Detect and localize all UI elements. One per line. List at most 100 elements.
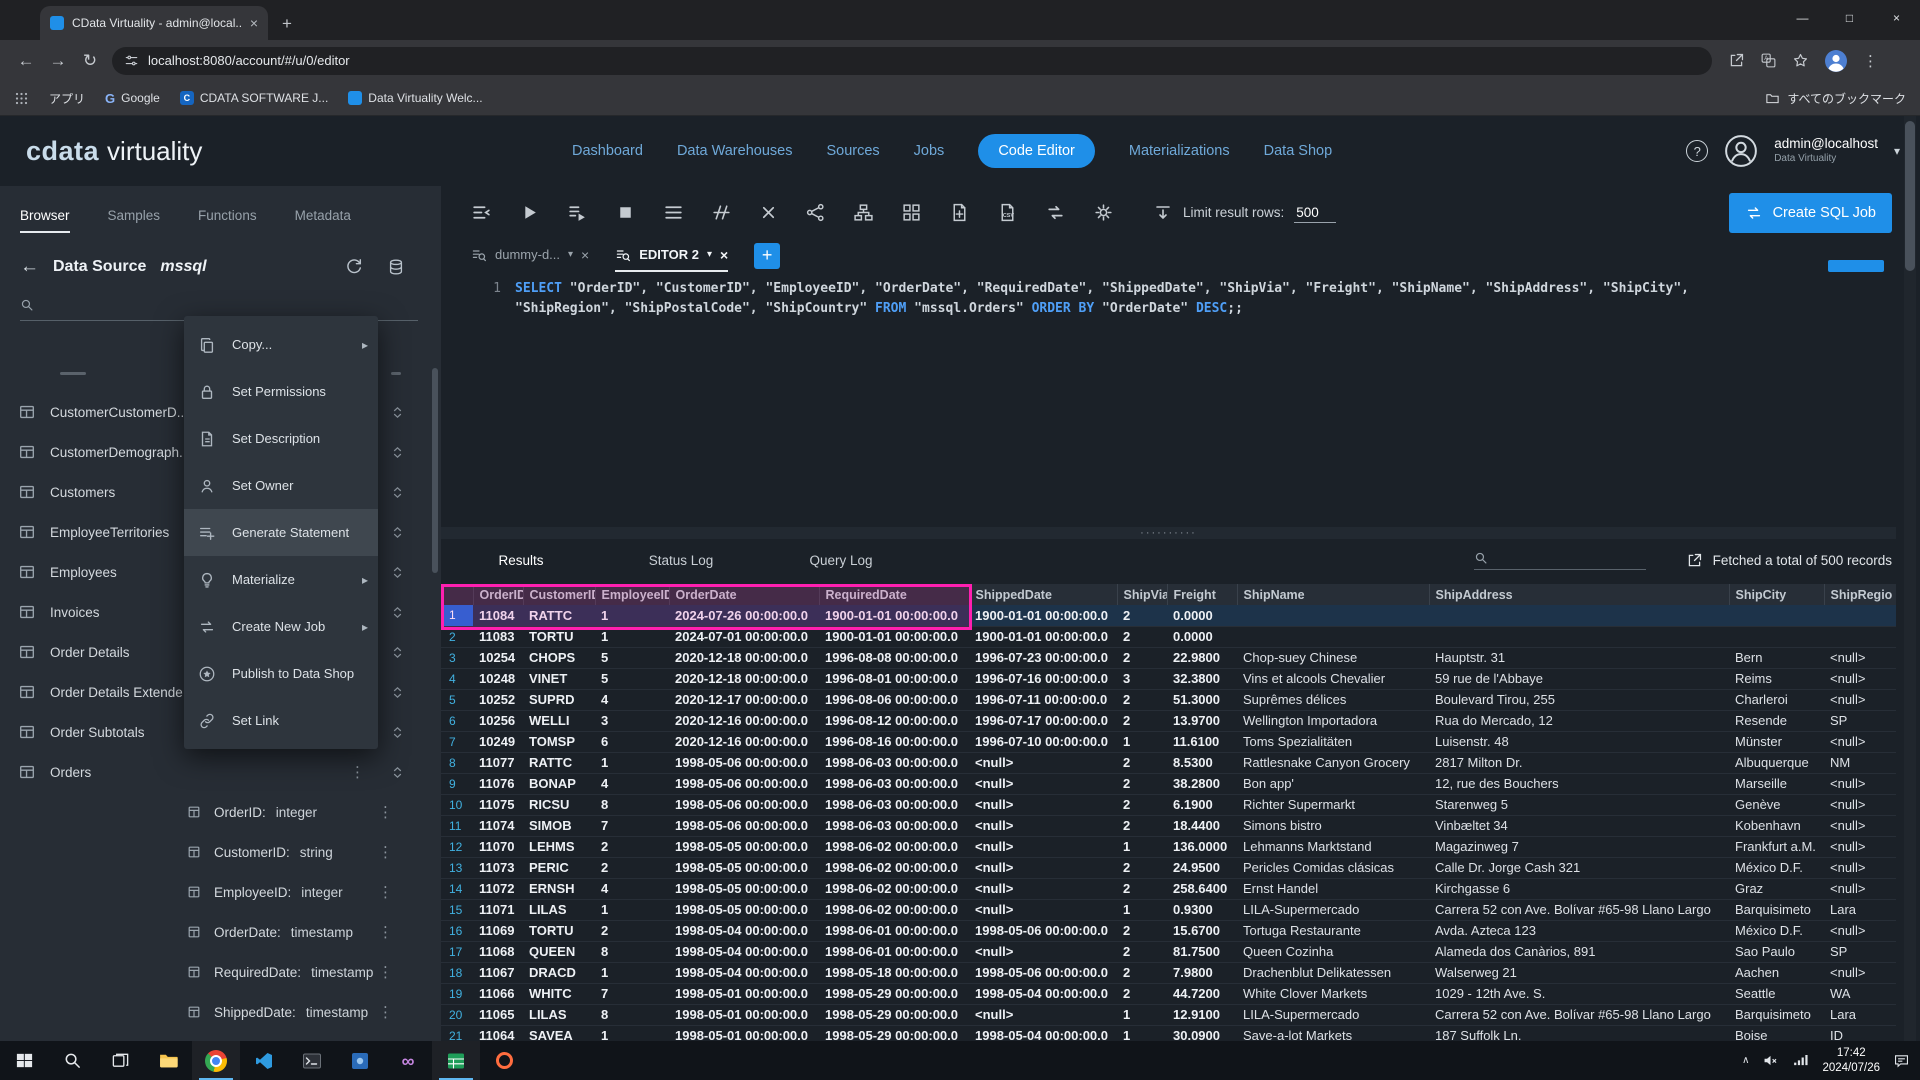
toggle-comment-icon[interactable] — [711, 202, 732, 223]
menu-item-set-owner[interactable]: Set Owner — [184, 462, 378, 509]
back-arrow-icon[interactable]: ← — [20, 256, 39, 278]
start-button[interactable] — [0, 1041, 48, 1080]
stop-icon[interactable] — [615, 202, 636, 223]
table-row[interactable]: 20 11065 LILAS 8 1998-05-01 00:00:00.0 1… — [441, 1004, 1896, 1025]
dependency-tree-icon[interactable] — [853, 202, 874, 223]
column-list-item[interactable]: EmployeeID: integer ⋮ — [0, 872, 441, 912]
browser-tab[interactable]: CData Virtuality - admin@local... × — [40, 6, 268, 40]
app-logo[interactable]: cdata virtuality — [26, 136, 202, 167]
kebab-menu-icon[interactable]: ⋮ — [378, 965, 393, 980]
column-list-item[interactable]: OrderDate: timestamp ⋮ — [0, 912, 441, 952]
tab-close-icon[interactable]: × — [250, 16, 258, 30]
ssms-button[interactable] — [432, 1041, 480, 1080]
splitter-handle[interactable]: ·········· — [1140, 530, 1197, 536]
code-editor[interactable]: 1 SELECT "OrderID", "CustomerID", "Emplo… — [441, 272, 1896, 527]
nav-jobs[interactable]: Jobs — [914, 143, 945, 159]
editor-tab-editor2[interactable]: EDITOR 2 ▾ × — [615, 239, 728, 272]
tab-browser[interactable]: Browser — [20, 186, 70, 245]
column-header[interactable]: ShipRegio — [1824, 584, 1896, 605]
table-row[interactable]: 3 10254 CHOPS 5 2020-12-18 00:00:00.0 19… — [441, 647, 1896, 668]
table-row[interactable]: 2 11083 TORTU 1 2024-07-01 00:00:00.0 19… — [441, 626, 1896, 647]
tab-close-icon[interactable]: × — [581, 247, 589, 263]
kebab-menu-icon[interactable]: ⋮ — [350, 765, 365, 780]
unfold-icon[interactable] — [390, 725, 405, 740]
menu-item-generate-statement[interactable]: Generate Statement — [184, 509, 378, 556]
table-row[interactable]: 4 10248 VINET 5 2020-12-18 00:00:00.0 19… — [441, 668, 1896, 689]
bookmark-star-icon[interactable] — [1792, 52, 1809, 69]
column-header[interactable]: CustomerID — [523, 584, 595, 605]
tab-status-log[interactable]: Status Log — [601, 553, 761, 568]
table-row[interactable]: 17 11068 QUEEN 8 1998-05-04 00:00:00.0 1… — [441, 941, 1896, 962]
nav-sources[interactable]: Sources — [826, 143, 879, 159]
table-row[interactable]: 5 10252 SUPRD 4 2020-12-17 00:00:00.0 19… — [441, 689, 1896, 710]
run-script-icon[interactable] — [567, 202, 588, 223]
task-view-button[interactable] — [96, 1041, 144, 1080]
table-list-item-orders[interactable]: Orders ⋮ — [0, 752, 441, 792]
results-search-input[interactable] — [1496, 550, 1646, 565]
site-settings-icon[interactable] — [124, 53, 139, 68]
column-header[interactable]: OrderID — [473, 584, 523, 605]
align-lines-icon[interactable] — [663, 202, 684, 223]
table-row[interactable]: 9 11076 BONAP 4 1998-05-06 00:00:00.0 19… — [441, 773, 1896, 794]
orange-app-button[interactable] — [480, 1041, 528, 1080]
visual-studio-button[interactable]: ∞ — [384, 1041, 432, 1080]
clear-icon[interactable] — [759, 203, 778, 222]
user-chevron-down-icon[interactable]: ▾ — [1894, 144, 1900, 158]
window-maximize-button[interactable]: □ — [1826, 0, 1873, 36]
nav-data-warehouses[interactable]: Data Warehouses — [677, 143, 793, 159]
nav-materializations[interactable]: Materializations — [1129, 143, 1230, 159]
tab-chevron-down-icon[interactable]: ▾ — [568, 249, 573, 260]
sidebar-scrollbar[interactable] — [432, 368, 438, 573]
nav-dashboard[interactable]: Dashboard — [572, 143, 643, 159]
table-row[interactable]: 13 11073 PERIC 2 1998-05-05 00:00:00.0 1… — [441, 857, 1896, 878]
unfold-icon[interactable] — [390, 685, 405, 700]
table-row[interactable]: 19 11066 WHITC 7 1998-05-01 00:00:00.0 1… — [441, 983, 1896, 1004]
file-explorer-button[interactable] — [144, 1041, 192, 1080]
reload-icon[interactable]: ↻ — [74, 51, 106, 71]
menu-item-materialize[interactable]: Materialize▸ — [184, 556, 378, 603]
open-in-new-icon[interactable] — [1686, 552, 1703, 569]
column-header[interactable]: ShipAddress — [1429, 584, 1729, 605]
menu-item-set-description[interactable]: Set Description — [184, 415, 378, 462]
table-row[interactable]: 1 11084 RATTC 1 2024-07-26 00:00:00.0 19… — [441, 605, 1896, 626]
results-search[interactable] — [1474, 550, 1646, 570]
nav-data-shop[interactable]: Data Shop — [1264, 143, 1333, 159]
unfold-icon[interactable] — [390, 525, 405, 540]
taskbar-clock[interactable]: 17:42 2024/07/26 — [1822, 1046, 1880, 1076]
bookmark-apps[interactable]: アプリ — [49, 90, 85, 107]
action-center-icon[interactable] — [1893, 1052, 1910, 1069]
tab-query-log[interactable]: Query Log — [761, 553, 921, 568]
column-list-item[interactable]: RequiredDate: timestamp ⋮ — [0, 952, 441, 992]
apps-grid-icon[interactable] — [14, 91, 29, 106]
browser-profile-avatar[interactable] — [1824, 49, 1848, 73]
chrome-button[interactable] — [192, 1041, 240, 1080]
panel-splitter[interactable]: ·········· — [441, 527, 1896, 539]
taskbar-search-button[interactable] — [48, 1041, 96, 1080]
help-icon[interactable]: ? — [1686, 140, 1708, 162]
table-row[interactable]: 10 11075 RICSU 8 1998-05-06 00:00:00.0 1… — [441, 794, 1896, 815]
user-menu[interactable]: admin@localhost Data Virtuality — [1774, 136, 1878, 165]
kebab-menu-icon[interactable]: ⋮ — [378, 845, 393, 860]
unfold-icon[interactable] — [390, 605, 405, 620]
table-row[interactable]: 11 11074 SIMOB 7 1998-05-06 00:00:00.0 1… — [441, 815, 1896, 836]
url-text[interactable]: localhost:8080/account/#/u/0/editor — [148, 53, 350, 68]
unfold-icon[interactable] — [390, 765, 405, 780]
table-row[interactable]: 12 11070 LEHMS 2 1998-05-05 00:00:00.0 1… — [441, 836, 1896, 857]
bookmark-data-virtuality[interactable]: Data Virtuality Welc... — [348, 91, 482, 105]
table-row[interactable]: 14 11072 ERNSH 4 1998-05-05 00:00:00.0 1… — [441, 878, 1896, 899]
limit-rows-input[interactable] — [1294, 203, 1336, 223]
tab-close-icon[interactable]: × — [720, 247, 728, 263]
menu-item-copy[interactable]: Copy...▸ — [184, 321, 378, 368]
translate-icon[interactable]: A — [1760, 52, 1777, 69]
table-row[interactable]: 8 11077 RATTC 1 1998-05-06 00:00:00.0 19… — [441, 752, 1896, 773]
column-header[interactable]: ShippedDate — [969, 584, 1117, 605]
volume-muted-icon[interactable] — [1762, 1052, 1779, 1069]
kebab-menu-icon[interactable]: ⋮ — [378, 885, 393, 900]
table-row[interactable]: 16 11069 TORTU 2 1998-05-04 00:00:00.0 1… — [441, 920, 1896, 941]
column-header[interactable]: OrderDate — [669, 584, 819, 605]
table-row[interactable]: 6 10256 WELLI 3 2020-12-16 00:00:00.0 19… — [441, 710, 1896, 731]
editor-scroll-indicator[interactable] — [1828, 260, 1884, 272]
execution-plan-icon[interactable] — [901, 202, 922, 223]
unfold-icon[interactable] — [390, 645, 405, 660]
refresh-icon[interactable] — [345, 258, 363, 276]
